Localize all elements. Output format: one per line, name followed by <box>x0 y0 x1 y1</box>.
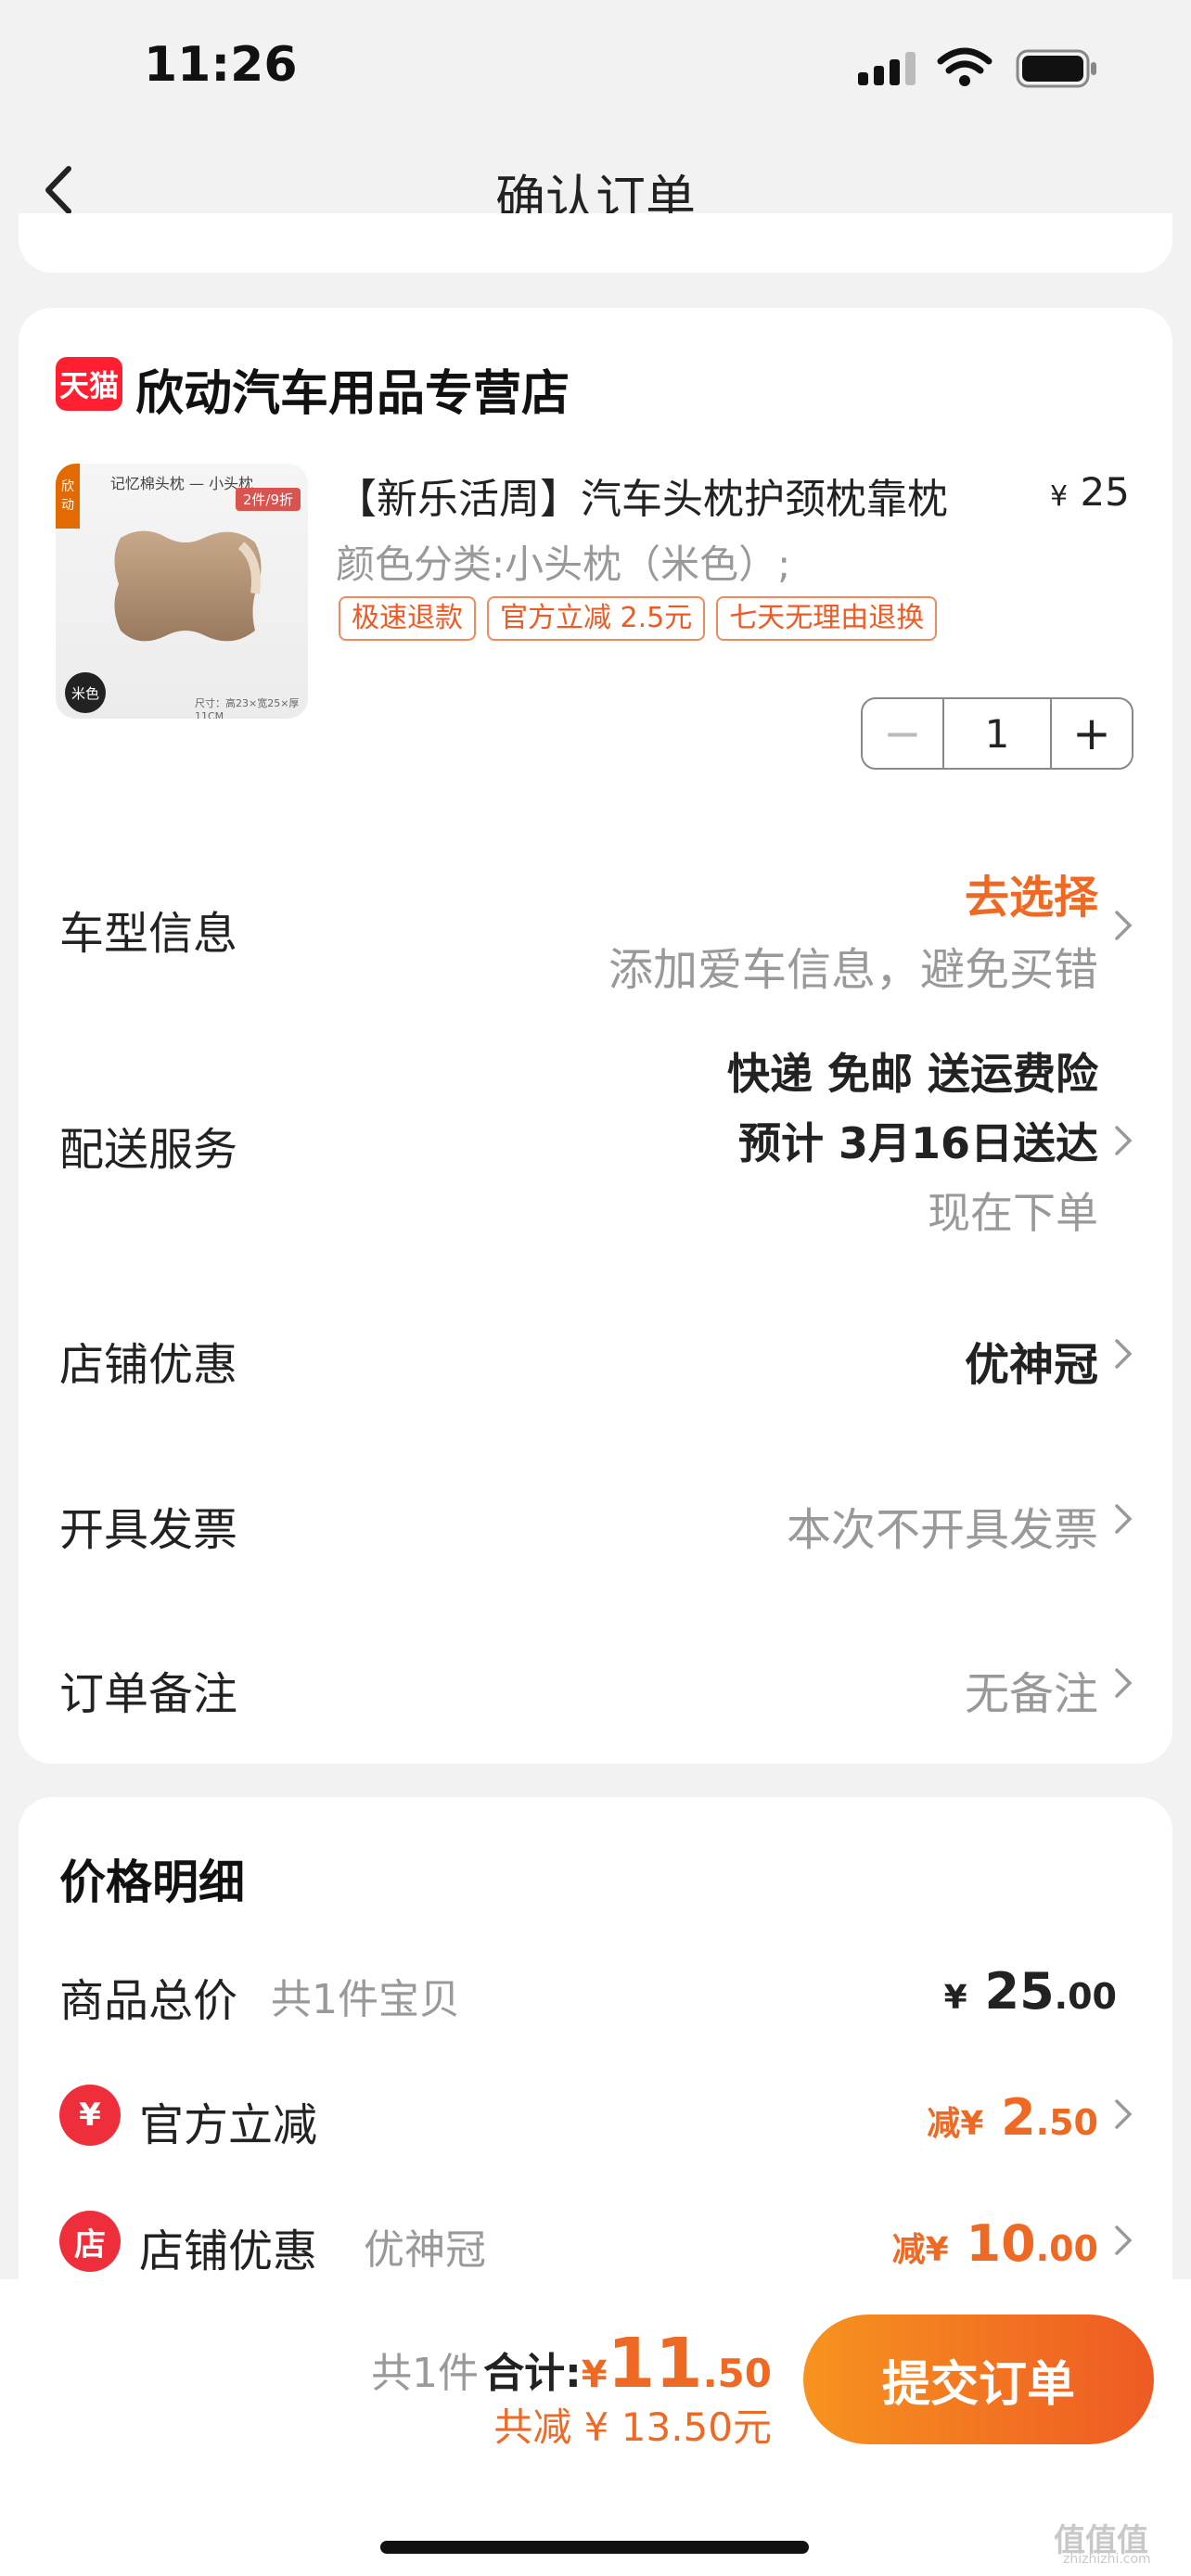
total-dec: .50 <box>702 2351 772 2396</box>
total-saved: 共减 ¥ 13.50元 <box>493 2404 772 2450</box>
goods-total-int: 25 <box>984 1962 1055 2021</box>
tag-fast-refund: 极速退款 <box>339 596 476 641</box>
invoice-label: 开具发票 <box>59 1504 238 1556</box>
store-discount-detail-sub: 优神冠 <box>364 2226 486 2274</box>
goods-total-currency: ¥ <box>943 1979 967 2017</box>
chevron-right-icon[interactable] <box>1113 2224 1133 2257</box>
quantity-value[interactable]: 1 <box>942 699 1052 768</box>
product-price: ¥ 25 <box>1050 469 1130 515</box>
status-time: 11:26 <box>144 37 298 93</box>
color-badge: 米色 <box>65 672 106 713</box>
product-title[interactable]: 【新乐活周】汽车头枕护颈枕靠枕 <box>336 465 948 525</box>
tag-official-discount: 官方立减 2.5元 <box>487 596 706 641</box>
chevron-right-icon[interactable] <box>1113 1124 1133 1157</box>
official-discount-prefix: 减 <box>927 2105 961 2143</box>
decrease-button[interactable]: − <box>863 699 942 768</box>
home-indicator[interactable] <box>380 2541 809 2554</box>
total-label: 合计: <box>483 2350 582 2397</box>
goods-total-label: 商品总价 <box>59 1975 238 2027</box>
product-image-size: 尺寸：高23×宽25×厚11CM <box>195 697 300 719</box>
item-count: 共1件 <box>371 2350 480 2397</box>
price-currency: ¥ <box>1050 480 1069 513</box>
delivery-label: 配送服务 <box>59 1124 238 1176</box>
delivery-estimate[interactable]: 预计 3月16日送达 <box>738 1110 1098 1171</box>
price-detail-title: 价格明细 <box>59 1855 245 1909</box>
battery-icon <box>1016 49 1096 88</box>
address-card-bottom <box>19 213 1172 273</box>
remark-value[interactable]: 无备注 <box>965 1657 1098 1722</box>
product-spec[interactable]: 颜色分类:小头枕（米色）; <box>336 533 790 590</box>
wifi-icon <box>937 47 992 86</box>
chevron-right-icon[interactable] <box>1113 909 1133 942</box>
official-discount-icon: ¥ <box>59 2085 121 2146</box>
store-discount-detail-label: 店铺优惠 <box>139 2225 318 2277</box>
store-discount-int: 10 <box>966 2214 1036 2273</box>
invoice-value[interactable]: 本次不开具发票 <box>787 1493 1098 1558</box>
cellular-signal-icon <box>858 52 916 85</box>
store-discount-detail-value[interactable]: 减¥ 10.00 <box>892 2214 1098 2273</box>
store-discount-value[interactable]: 优神冠 <box>965 1328 1098 1393</box>
store-discount-currency: ¥ <box>925 2231 949 2269</box>
chevron-right-icon[interactable] <box>1113 1337 1133 1371</box>
product-image[interactable]: 记忆棉头枕 — 小头枕 2件/9折 欣动 米色 尺寸：高23×宽25×厚11CM <box>56 464 308 719</box>
increase-button[interactable]: + <box>1052 699 1132 768</box>
official-discount-value[interactable]: 减¥ 2.50 <box>927 2088 1098 2147</box>
submit-order-button[interactable]: 提交订单 <box>803 2315 1154 2444</box>
store-discount-dec: .00 <box>1035 2228 1098 2269</box>
goods-total-value: ¥ 25.00 <box>944 1962 1117 2021</box>
product-image-tag: 2件/9折 <box>235 488 301 511</box>
official-discount-dec: .50 <box>1035 2102 1098 2143</box>
delivery-note: 现在下单 <box>928 1188 1098 1238</box>
chevron-right-icon[interactable] <box>1113 1502 1133 1536</box>
store-discount-label: 店铺优惠 <box>59 1339 238 1391</box>
pillow-illustration <box>114 530 262 642</box>
official-discount-currency: ¥ <box>960 2105 984 2143</box>
chevron-right-icon[interactable] <box>1113 1666 1133 1700</box>
shop-name[interactable]: 欣动汽车用品专营店 <box>135 354 570 424</box>
tmall-logo: 天猫 <box>56 357 122 411</box>
chevron-right-icon[interactable] <box>1113 2098 1133 2131</box>
official-discount-label: 官方立减 <box>139 2099 318 2151</box>
store-discount-icon: 店 <box>59 2211 121 2272</box>
product-image-corner: 欣动 <box>56 464 80 529</box>
delivery-method[interactable]: 快递 免邮 送运费险 <box>727 1040 1098 1102</box>
store-discount-prefix: 减 <box>891 2231 926 2269</box>
total-currency: ¥ <box>581 2353 608 2396</box>
official-discount-int: 2 <box>1001 2088 1036 2147</box>
order-total: 共1件 合计:¥11.50 <box>371 2324 772 2404</box>
watermark-url: zhizhizhi.com <box>1063 2552 1151 2567</box>
price-value: 25 <box>1080 469 1130 515</box>
goods-total-dec: .00 <box>1054 1976 1117 2017</box>
tag-7day-return: 七天无理由退换 <box>716 596 938 641</box>
car-select-action[interactable]: 去选择 <box>965 861 1098 925</box>
quantity-stepper: − 1 + <box>861 697 1133 770</box>
total-int: 11 <box>607 2324 703 2404</box>
service-tags: 极速退款 官方立减 2.5元 七天无理由退换 <box>339 596 938 641</box>
car-info-label: 车型信息 <box>59 908 238 960</box>
goods-count: 共1件宝贝 <box>271 1976 460 2023</box>
car-info-hint[interactable]: 添加爱车信息，避免买错 <box>608 933 1098 998</box>
remark-label: 订单备注 <box>59 1668 238 1720</box>
